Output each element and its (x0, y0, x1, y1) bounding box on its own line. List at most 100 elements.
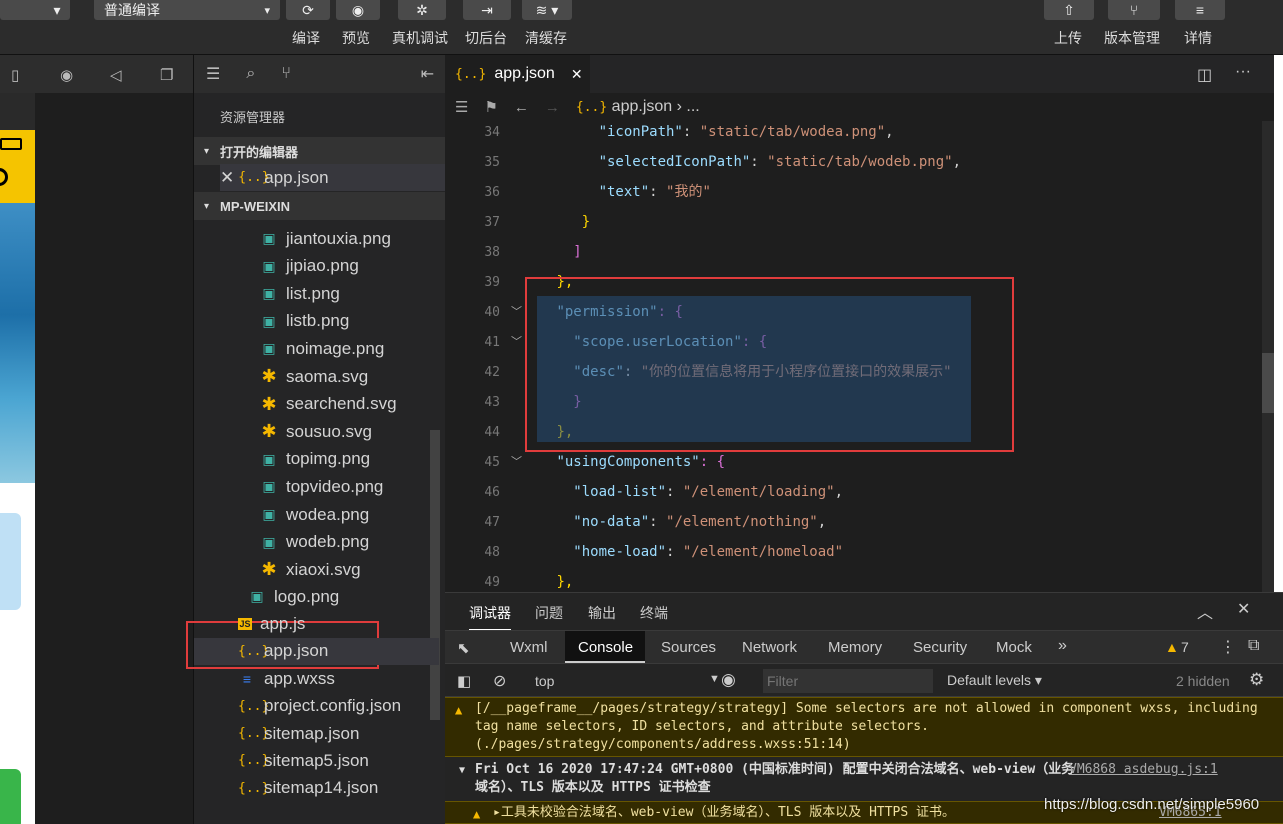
code-line[interactable]: 34 "iconPath": "static/tab/wodea.png", (445, 117, 1265, 147)
details-label[interactable]: 详情 (1184, 28, 1212, 48)
close-icon[interactable]: ✕ (220, 168, 234, 188)
tab-issues[interactable]: 问题 (535, 603, 563, 623)
file-item[interactable]: ▣ listb.png (260, 308, 349, 335)
panel-mock[interactable]: Mock (996, 639, 1032, 656)
tab-output[interactable]: 输出 (588, 603, 616, 623)
file-item[interactable]: {..} sitemap5.json (238, 747, 369, 774)
warning-count[interactable]: 7 (1181, 639, 1189, 655)
sidebar-toggle-icon[interactable]: ◧ (457, 672, 471, 690)
console-filter-input[interactable] (763, 669, 933, 693)
compile-button[interactable]: ⟳ (286, 0, 330, 20)
file-item[interactable]: ▣ topvideo.png (260, 473, 383, 500)
compile-mode-select[interactable]: 普通编译 ▾ (94, 0, 280, 20)
editor-scrollbar[interactable] (1262, 121, 1274, 592)
file-item[interactable]: ✱ saoma.svg (260, 363, 368, 390)
kebab-menu-icon[interactable]: ⋮ (1220, 637, 1236, 657)
list-icon[interactable]: ☰ (455, 98, 468, 116)
gear-icon[interactable]: ⚙ (1249, 670, 1264, 690)
version-button[interactable]: ⑂ (1108, 0, 1160, 20)
file-item[interactable]: ▣ list.png (260, 280, 340, 307)
file-item[interactable]: JS app.js (238, 610, 305, 637)
bookmark-icon[interactable]: ⚑ (484, 98, 497, 116)
code-line[interactable]: 35 "selectedIconPath": "static/tab/wodeb… (445, 147, 1265, 177)
file-item[interactable]: ✱ xiaoxi.svg (260, 556, 360, 583)
eye-icon[interactable]: ◉ (721, 670, 736, 690)
mode-dropdown[interactable]: ▾ (0, 0, 70, 20)
clear-console-icon[interactable]: ⊘ (493, 671, 506, 691)
background-button[interactable]: ⇥ (463, 0, 511, 20)
console-group[interactable]: ▼ Fri Oct 16 2020 17:47:24 GMT+0800 (中国标… (445, 761, 1283, 799)
file-item[interactable]: {..} project.config.json (238, 693, 401, 720)
file-item[interactable]: ▣ jiantouxia.png (260, 225, 391, 252)
panel-network[interactable]: Network (742, 639, 797, 656)
forward-arrow-icon[interactable]: → (545, 99, 560, 116)
code-line[interactable]: 37 } (445, 207, 1265, 237)
tab-terminal[interactable]: 终端 (640, 603, 668, 623)
chevron-down-icon[interactable]: ▼ (459, 762, 465, 780)
code-line[interactable]: 38 ] (445, 237, 1265, 267)
upload-button[interactable]: ⇧ (1044, 0, 1094, 20)
panel-console[interactable]: Console (578, 639, 633, 656)
dock-icon[interactable]: ⧉ (1248, 637, 1259, 655)
file-item[interactable]: ▣ logo.png (248, 583, 339, 610)
tab-debugger[interactable]: 调试器 (469, 603, 511, 631)
file-item[interactable]: ▣ jipiao.png (260, 253, 358, 280)
file-item[interactable]: ✱ searchend.svg (260, 391, 396, 418)
scrollbar-thumb[interactable] (1262, 353, 1274, 413)
chevron-up-icon[interactable]: ︿ (1197, 599, 1213, 623)
file-item[interactable]: ▣ noimage.png (260, 335, 384, 362)
details-button[interactable]: ≡ (1175, 0, 1225, 20)
file-item[interactable]: {..} app.json (194, 637, 439, 665)
sim-card[interactable] (0, 513, 21, 610)
volume-icon[interactable]: ◁ (110, 66, 122, 84)
more-panels-icon[interactable]: » (1058, 637, 1067, 655)
panel-memory[interactable]: Memory (828, 639, 882, 656)
version-label[interactable]: 版本管理 (1104, 28, 1160, 48)
remote-debug-label[interactable]: 真机调试 (392, 28, 448, 48)
code-line[interactable]: 46 "load-list": "/element/loading", (445, 477, 1265, 507)
back-arrow-icon[interactable]: ← (514, 99, 529, 116)
preview-label[interactable]: 预览 (342, 28, 370, 48)
background-label[interactable]: 切后台 (465, 28, 507, 48)
open-editor-app-json[interactable]: ✕ {..} app.json (220, 164, 446, 191)
preview-button[interactable]: ◉ (336, 0, 380, 20)
record-icon[interactable]: ◉ (60, 66, 73, 84)
file-item[interactable]: ▣ wodea.png (260, 501, 369, 528)
file-item[interactable]: ▣ topimg.png (260, 446, 370, 473)
panel-wxml[interactable]: Wxml (510, 639, 548, 656)
warning-icon[interactable]: ▲ (1165, 639, 1179, 655)
context-select[interactable]: top (535, 673, 554, 689)
collapse-panel-icon[interactable]: ⇤ (421, 64, 434, 84)
file-item[interactable]: ≡ app.wxss (238, 665, 335, 692)
phone-icon[interactable]: ▯ (11, 66, 19, 84)
explorer-scrollbar[interactable] (430, 430, 440, 720)
panel-sources[interactable]: Sources (661, 639, 716, 656)
more-icon[interactable]: ··· (1235, 63, 1251, 81)
project-header[interactable]: ▾ MP-WEIXIN (194, 192, 446, 220)
open-editors-header[interactable]: ▾ 打开的编辑器 (194, 137, 446, 165)
clear-cache-button[interactable]: ≋ ▾ (522, 0, 572, 20)
git-icon[interactable]: ⑂ (281, 65, 291, 83)
panel-security[interactable]: Security (913, 639, 967, 656)
split-editor-icon[interactable]: ◫ (1197, 65, 1212, 85)
window-icon[interactable]: ❐ (160, 66, 173, 84)
console-warning-1[interactable]: ▲ [/__pageframe__/pages/strategy/strateg… (445, 697, 1283, 757)
close-icon[interactable]: ✕ (571, 66, 583, 83)
close-icon[interactable]: ✕ (1237, 599, 1250, 619)
sim-green-card[interactable] (0, 769, 21, 824)
file-item[interactable]: {..} sitemap.json (238, 720, 359, 747)
file-item[interactable]: {..} sitemap14.json (238, 775, 378, 802)
log-levels-select[interactable]: Default levels ▾ (947, 672, 1042, 689)
code-line[interactable]: 47 "no-data": "/element/nothing", (445, 507, 1265, 537)
code-line[interactable]: 36 "text": "我的" (445, 177, 1265, 207)
inspect-icon[interactable]: ⬉ (457, 639, 470, 657)
editor-tab-app-json[interactable]: {..} app.json ✕ (445, 55, 590, 93)
chevron-down-icon[interactable]: ▼ (709, 673, 720, 685)
code-line[interactable]: 48 "home-load": "/element/homeload" (445, 537, 1265, 567)
file-item[interactable]: ✱ sousuo.svg (260, 418, 372, 445)
remote-debug-button[interactable]: ✲ (398, 0, 446, 20)
search-icon[interactable]: ⌕ (246, 65, 255, 83)
source-link[interactable]: VM6868 asdebug.js:1 (1069, 761, 1218, 779)
clear-cache-label[interactable]: 清缓存 (525, 28, 567, 48)
upload-label[interactable]: 上传 (1054, 28, 1082, 48)
